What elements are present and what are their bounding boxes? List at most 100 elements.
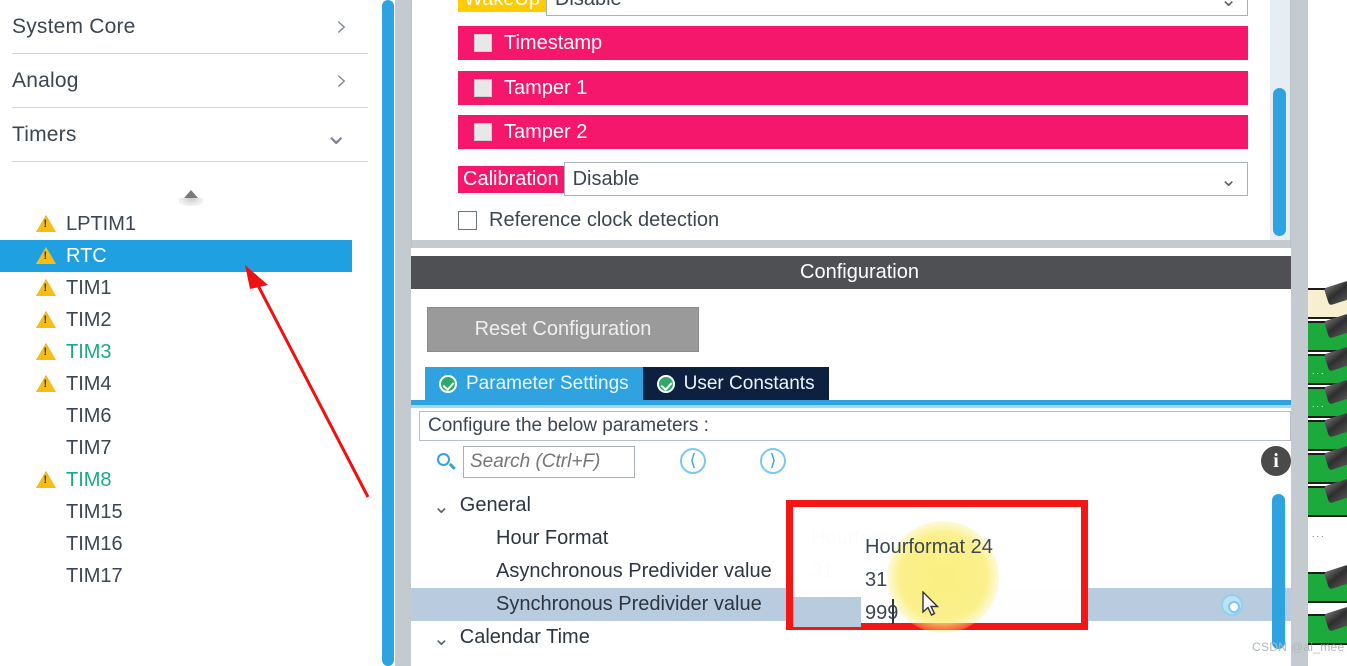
chevron-down-icon[interactable]: ⌄ [433,626,450,650]
sidebar-item-tim1[interactable]: TIM1 [0,272,380,304]
sidebar-item-label: TIM7 [66,437,112,459]
pin-block[interactable] [1308,313,1347,352]
sidebar-item-tim2[interactable]: TIM2 [0,304,380,336]
calibration-dropdown[interactable]: Disable ⌄ [563,162,1248,196]
sidebar-category-timers[interactable]: Timers [12,108,368,162]
sidebar-item-tim8[interactable]: TIM8 [0,464,380,496]
param-value[interactable]: 31 [811,560,833,583]
pin-block[interactable]: ... [1308,379,1347,418]
chevron-right-icon[interactable] [336,66,368,96]
tamper1-checkbox-row[interactable]: Tamper 1 [458,71,1248,105]
pane-splitter[interactable] [395,0,411,666]
info-icon[interactable]: i [1261,446,1291,476]
tamper2-checkbox-row[interactable]: Tamper 2 [458,115,1248,149]
tamper2-checkbox[interactable] [474,123,492,141]
parameter-tree: ⌄ General Hour Format Hourformat 24 Asyn… [411,489,1291,654]
sidebar-category-label: Analog [12,68,79,92]
chevron-down-icon: ⌄ [1220,167,1237,191]
nav-prev-icon[interactable]: ⟨ [680,448,706,474]
pin-lead-icon [1323,564,1347,590]
sidebar-item-lptim1[interactable]: LPTIM1 [0,208,380,240]
table-row[interactable]: Hour Format Hourformat 24 [411,522,1291,555]
tree-group-calendar-time[interactable]: ⌄ Calendar Time [411,621,1291,654]
sidebar-category-system-core[interactable]: System Core [12,0,368,54]
collapse-handle[interactable] [178,188,204,208]
chevron-right-icon[interactable] [336,12,368,42]
sidebar-category-analog[interactable]: Analog [12,54,368,108]
pin-block[interactable] [1308,478,1347,517]
configuration-header: Configuration [411,256,1308,289]
sidebar-item-label: TIM8 [66,469,112,491]
configuration-body: Reset Configuration Parameter Settings U… [411,289,1291,666]
sidebar-item-rtc[interactable]: RTC [0,240,352,272]
tamper1-checkbox[interactable] [474,79,492,97]
param-name: Hour Format [496,527,609,549]
chevron-down-icon[interactable] [325,121,368,149]
sidebar-item-tim15[interactable]: TIM15 [0,496,380,528]
sidebar-item-tim3[interactable]: TIM3 [0,336,380,368]
sidebar-scrollbar[interactable] [381,0,395,666]
search-icon [437,453,450,466]
sidebar-item-tim17[interactable]: TIM17 [0,560,380,592]
calibration-label: Calibration [458,165,564,193]
check-circle-icon [439,374,457,393]
pin-block[interactable] [1308,564,1347,603]
sidebar-item-tim6[interactable]: TIM6 [0,400,380,432]
pin-block[interactable]: ... [1308,346,1347,385]
search-row: ⟨ ⟩ i [425,446,1291,480]
param-value[interactable]: Hourformat 24 [811,527,939,550]
reference-clock-row[interactable]: Reference clock detection [458,210,719,230]
configure-hint-bar: Configure the below parameters : [419,411,1291,441]
watermark: CSDN @ai_mee [1252,640,1345,654]
tab-user-constants-label: User Constants [683,372,815,394]
sidebar-item-label: TIM16 [66,533,123,555]
chevron-down-icon[interactable]: ⌄ [433,494,450,518]
search-input[interactable] [463,446,635,478]
pin-lead-icon [1323,606,1347,632]
sidebar-item-label: TIM15 [66,501,123,523]
sidebar-category-label: System Core [12,14,136,38]
wakeup-dropdown[interactable]: Disable ⌄ [545,0,1248,16]
sidebar-item-tim16[interactable]: TIM16 [0,528,380,560]
chevron-down-icon: ⌄ [1220,0,1237,11]
sidebar-item-label: LPTIM1 [66,213,137,235]
pin-label-ellipsis: ... [1312,529,1326,539]
collapse-triangle-icon [184,190,198,198]
tab-parameter-settings[interactable]: Parameter Settings [425,367,643,400]
reference-clock-label: Reference clock detection [489,209,720,231]
wakeup-value: Disable [555,0,622,9]
configuration-tabs: Parameter Settings User Constants [425,367,829,400]
pin-block[interactable] [1308,280,1347,319]
pin-block[interactable]: ... [1308,519,1347,550]
sidebar-item-tim4[interactable]: TIM4 [0,368,380,400]
warning-icon [36,374,56,392]
pin-block[interactable] [1308,445,1347,484]
pin-label-ellipsis: ... [1312,366,1326,376]
mcu-pinout-strip: ... ... ... [1308,0,1347,666]
tree-group-general[interactable]: ⌄ General [411,489,1291,522]
reference-clock-checkbox[interactable] [458,210,477,230]
sidebar-item-tim7[interactable]: TIM7 [0,432,380,464]
table-row[interactable]: Synchronous Predivider value 999 [411,588,1291,621]
collapse-base [179,198,203,206]
right-pane-splitter[interactable] [1291,0,1308,666]
sidebar-item-label: TIM3 [66,341,112,363]
sidebar-scrollbar-thumb[interactable] [382,0,394,666]
timestamp-checkbox-row[interactable]: Timestamp [458,26,1248,60]
sidebar-item-label: TIM4 [66,373,112,395]
timestamp-checkbox[interactable] [474,34,492,52]
gear-icon[interactable] [1221,593,1243,616]
pin-lead-icon [1323,280,1347,306]
sidebar-item-label: RTC [66,245,107,267]
tamper1-label: Tamper 1 [504,77,588,99]
nav-next-icon[interactable]: ⟩ [760,448,786,474]
table-row[interactable]: Asynchronous Predivider value 31 [411,555,1291,588]
main-pane: WakeUp Disable ⌄ Timestamp Tamper 1 Tamp… [411,0,1308,666]
parameter-tree-scrollbar-thumb[interactable] [1272,494,1285,649]
reset-configuration-button[interactable]: Reset Configuration [427,307,699,352]
tab-user-constants[interactable]: User Constants [642,367,829,400]
mode-panel-scrollbar-thumb[interactable] [1273,88,1286,236]
param-value[interactable]: 999 [811,593,844,616]
param-name: Synchronous Predivider value [496,593,796,616]
pin-block[interactable] [1308,412,1347,451]
